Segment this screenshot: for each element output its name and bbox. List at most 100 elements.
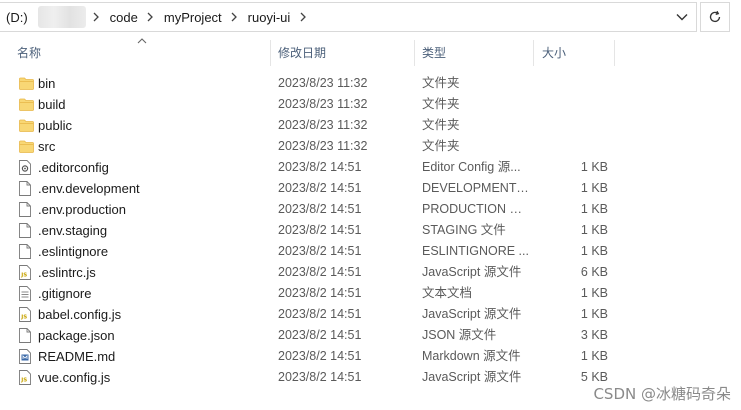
file-row[interactable]: .env.development 2023/8/2 14:51 DEVELOPMEN… <box>0 178 741 199</box>
file-row[interactable]: build 2023/8/23 11:32 文件夹 <box>0 94 741 115</box>
file-type: ESLINTIGNORE ... <box>422 244 529 258</box>
markdown-file-icon <box>19 349 33 364</box>
breadcrumb-drive[interactable]: (D:) <box>0 3 34 31</box>
file-modified-date: 2023/8/2 14:51 <box>278 223 362 237</box>
file-type: JSON 源文件 <box>422 328 497 342</box>
file-size: 1 KB <box>580 244 608 258</box>
file-modified-date: 2023/8/2 14:51 <box>278 349 362 363</box>
address-bar[interactable]: (D:) code myProject ruoyi-ui <box>0 2 697 32</box>
file-row[interactable]: JS babel.config.js 2023/8/2 14:51 JavaScrip… <box>0 304 741 325</box>
breadcrumb-drive-label: (D:) <box>6 9 28 25</box>
file-name: vue.config.js <box>38 370 111 385</box>
file-size: 1 KB <box>580 286 608 300</box>
file-name: .eslintignore <box>38 244 109 259</box>
file-row[interactable]: README.md 2023/8/2 14:51 Markdown 源文件 1 KB <box>0 346 741 367</box>
file-modified-date: 2023/8/2 14:51 <box>278 181 362 195</box>
file-modified-date: 2023/8/2 14:51 <box>278 328 362 342</box>
breadcrumb-ruoyi-ui-label: ruoyi-ui <box>247 9 291 25</box>
file-modified-date: 2023/8/23 11:32 <box>278 97 368 111</box>
file-type: 文件夹 <box>422 76 460 90</box>
svg-text:JS: JS <box>20 378 27 384</box>
file-modified-date: 2023/8/23 11:32 <box>278 139 368 153</box>
file-list: bin 2023/8/23 11:32 文件夹 build 2023/8/23 11:3… <box>0 73 741 388</box>
refresh-icon <box>709 10 721 23</box>
blank-file-icon <box>19 181 33 196</box>
column-header-name[interactable]: 名称 <box>17 40 41 66</box>
blank-file-icon <box>19 202 33 217</box>
file-modified-date: 2023/8/2 14:51 <box>278 202 362 216</box>
text-file-icon <box>19 286 33 301</box>
file-type: Editor Config 源... <box>422 160 521 174</box>
breadcrumb-myproject-label: myProject <box>163 9 222 25</box>
blank-file-icon <box>19 223 33 238</box>
file-name: .env.production <box>38 202 126 217</box>
refresh-button[interactable] <box>700 2 730 32</box>
chevron-right-icon[interactable] <box>296 12 310 22</box>
file-size: 1 KB <box>580 160 608 174</box>
file-size <box>540 136 608 157</box>
file-type: STAGING 文件 <box>422 223 506 237</box>
blank-file-icon <box>19 244 33 259</box>
address-bar-row: (D:) code myProject ruoyi-ui <box>0 0 741 34</box>
js-file-icon: JS <box>19 307 33 322</box>
file-type: Markdown 源文件 <box>422 349 521 363</box>
chevron-right-icon[interactable] <box>228 12 242 22</box>
file-row[interactable]: JS .eslintrc.js 2023/8/2 14:51 JavaScript 源… <box>0 262 741 283</box>
column-header-row: 名称 修改日期 类型 大小 <box>0 38 741 66</box>
file-row[interactable]: .env.staging 2023/8/2 14:51 STAGING 文件 1 KB <box>0 220 741 241</box>
folder-icon <box>19 118 34 133</box>
folder-icon <box>19 76 34 91</box>
file-name: package.json <box>38 328 115 343</box>
file-type: 文本文档 <box>422 286 473 300</box>
chevron-right-icon[interactable] <box>90 12 104 22</box>
config-file-icon <box>19 160 33 175</box>
file-size <box>540 94 608 115</box>
breadcrumb-myproject[interactable]: myProject <box>158 3 228 31</box>
file-row[interactable]: public 2023/8/23 11:32 文件夹 <box>0 115 741 136</box>
file-size <box>540 115 608 136</box>
file-modified-date: 2023/8/23 11:32 <box>278 118 368 132</box>
file-type: DEVELOPMENT ... <box>422 181 530 195</box>
file-name: build <box>38 97 66 112</box>
file-size: 1 KB <box>580 307 608 321</box>
file-modified-date: 2023/8/2 14:51 <box>278 286 362 300</box>
file-name: bin <box>38 76 56 91</box>
file-size: 6 KB <box>580 265 608 279</box>
address-history-dropdown[interactable] <box>672 7 692 27</box>
file-type: PRODUCTION 文件 <box>422 202 530 216</box>
file-row[interactable]: .gitignore 2023/8/2 14:51 文本文档 1 KB <box>0 283 741 304</box>
column-header-type[interactable]: 类型 <box>422 40 446 66</box>
file-name: .env.staging <box>38 223 108 238</box>
breadcrumb-ruoyi-ui[interactable]: ruoyi-ui <box>242 3 297 31</box>
folder-icon <box>19 139 34 154</box>
js-file-icon: JS <box>19 370 33 385</box>
chevron-down-icon <box>676 14 688 21</box>
column-divider[interactable] <box>614 40 615 66</box>
file-size: 1 KB <box>580 181 608 195</box>
breadcrumb-code[interactable]: code <box>104 3 144 31</box>
watermark: CSDN @冰糖码奇朵 <box>593 385 731 403</box>
file-row[interactable]: .editorconfig 2023/8/2 14:51 Editor Config… <box>0 157 741 178</box>
file-row[interactable]: package.json 2023/8/2 14:51 JSON 源文件 3 KB <box>0 325 741 346</box>
column-divider[interactable] <box>533 40 534 66</box>
column-header-date[interactable]: 修改日期 <box>278 40 326 66</box>
file-size: 1 KB <box>580 223 608 237</box>
file-type: JavaScript 源文件 <box>422 307 522 321</box>
svg-text:JS: JS <box>20 273 27 279</box>
file-name: src <box>38 139 56 154</box>
svg-text:JS: JS <box>20 315 27 321</box>
file-type: JavaScript 源文件 <box>422 370 522 384</box>
file-row[interactable]: bin 2023/8/23 11:32 文件夹 <box>0 73 741 94</box>
file-size: 1 KB <box>580 202 608 216</box>
file-row[interactable]: src 2023/8/23 11:32 文件夹 <box>0 136 741 157</box>
file-row[interactable]: .env.production 2023/8/2 14:51 PRODUCTION … <box>0 199 741 220</box>
column-header-size[interactable]: 大小 <box>542 40 566 66</box>
column-divider[interactable] <box>414 40 415 66</box>
file-name: babel.config.js <box>38 307 122 322</box>
file-type: 文件夹 <box>422 118 460 132</box>
chevron-right-icon[interactable] <box>144 12 158 22</box>
file-row[interactable]: .eslintignore 2023/8/2 14:51 ESLINTIGNORE … <box>0 241 741 262</box>
column-divider[interactable] <box>270 40 271 66</box>
file-size <box>540 73 608 94</box>
file-modified-date: 2023/8/23 11:32 <box>278 76 368 90</box>
